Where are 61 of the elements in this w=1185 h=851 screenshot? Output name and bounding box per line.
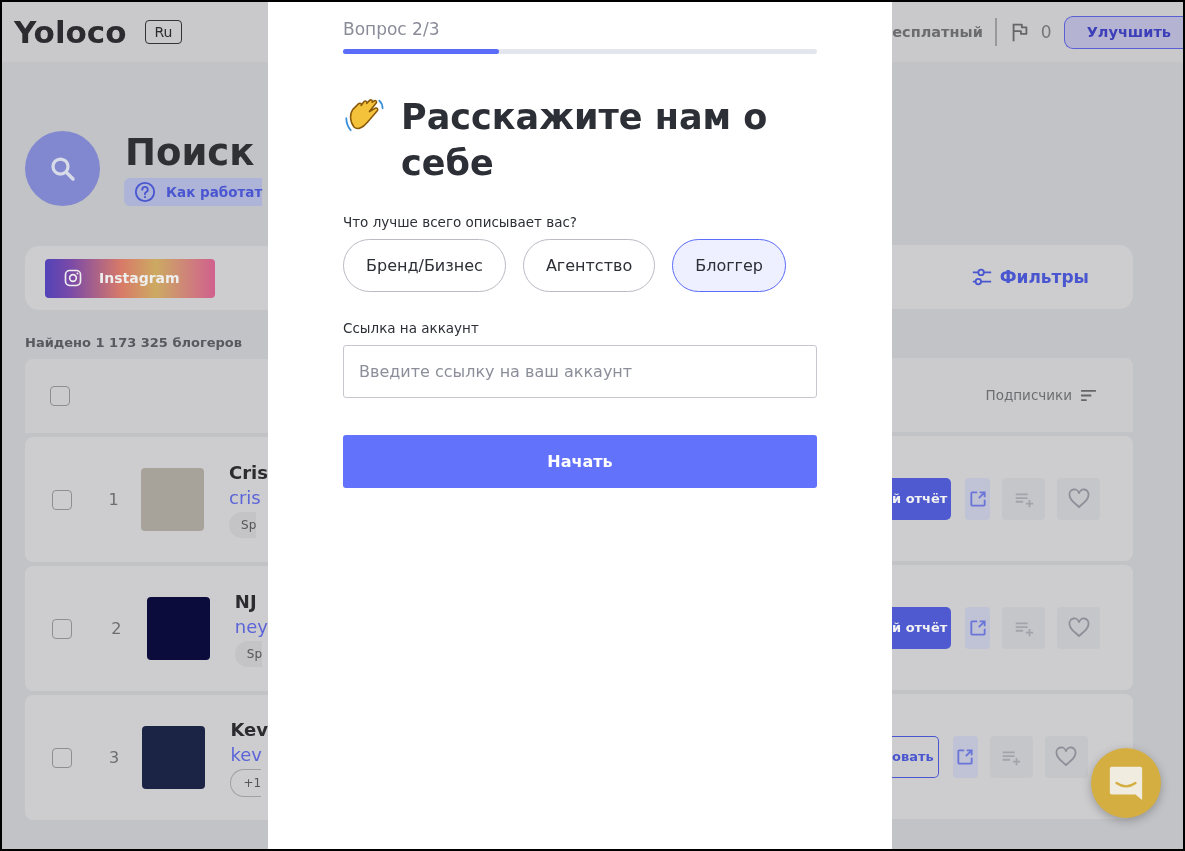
- add-to-list-button[interactable]: [1002, 606, 1046, 649]
- sort-icon: [1080, 388, 1097, 402]
- checkbox[interactable]: [52, 747, 72, 768]
- external-link-icon: [955, 746, 976, 767]
- language-button[interactable]: Ru: [144, 20, 183, 44]
- blogger-handle[interactable]: kev: [230, 743, 268, 765]
- progress-label: Вопрос 2/3: [343, 19, 441, 41]
- photo-placeholder: [146, 597, 210, 660]
- row-number: 2: [110, 619, 123, 638]
- blogger-handle[interactable]: ney: [234, 615, 268, 637]
- results-count: Найдено 1 173 325 блогеров: [25, 335, 243, 352]
- category-tag: Sp: [234, 640, 263, 667]
- blogger-name[interactable]: Cris: [229, 461, 268, 483]
- checkbox[interactable]: [50, 386, 70, 406]
- page-title: Поиск: [125, 131, 256, 174]
- option-button[interactable]: Агентство: [522, 239, 656, 292]
- question-label: Что лучше всего описывает вас?: [343, 214, 578, 230]
- instagram-icon: [63, 268, 83, 288]
- checkbox[interactable]: [52, 618, 72, 639]
- modal-title: Расскажите нам о себе: [401, 96, 769, 185]
- blogger-name[interactable]: NJ: [234, 590, 268, 612]
- report-button[interactable]: й отчёт: [892, 606, 952, 649]
- sort-button[interactable]: Подписчики: [985, 387, 1097, 403]
- category-tag: Sp: [229, 511, 257, 538]
- option-button[interactable]: Бренд/Бизнес: [343, 239, 506, 292]
- checkbox[interactable]: [52, 489, 72, 510]
- report-button[interactable]: овать: [892, 735, 939, 778]
- external-link-icon: [967, 488, 988, 509]
- flag-count: 0: [1040, 22, 1052, 42]
- logo-text[interactable]: Yoloco: [14, 14, 127, 50]
- add-to-list-button[interactable]: [1002, 477, 1046, 520]
- field-label: Ссылка на аккаунт: [343, 320, 480, 336]
- blogger-name[interactable]: Kev: [230, 718, 268, 740]
- filters-button[interactable]: Фильтры: [970, 266, 1089, 288]
- favorite-button[interactable]: [1057, 606, 1101, 649]
- help-link[interactable]: Как работат: [124, 177, 263, 206]
- help-icon: [134, 180, 156, 203]
- external-link-icon: [967, 617, 988, 638]
- start-button[interactable]: Начать: [343, 435, 817, 488]
- chat-button[interactable]: [1091, 748, 1161, 818]
- row-number: 1: [108, 490, 119, 509]
- open-link-button[interactable]: [952, 735, 978, 778]
- photo-placeholder: [141, 468, 204, 531]
- chat-bubble-icon: [1107, 764, 1145, 802]
- favorite-button[interactable]: [1057, 477, 1101, 520]
- heart-icon: [1066, 615, 1091, 640]
- report-button[interactable]: й отчёт: [892, 477, 952, 520]
- account-link-field[interactable]: Введите ссылку на ваш аккаунт: [343, 345, 817, 398]
- sliders-icon: [970, 266, 993, 288]
- open-link-button[interactable]: [965, 477, 991, 520]
- upgrade-button[interactable]: Улучшить: [1063, 15, 1183, 49]
- favorite-button[interactable]: [1044, 735, 1088, 778]
- row-number: 3: [108, 748, 121, 767]
- add-to-list-button[interactable]: [989, 735, 1033, 778]
- blogger-handle[interactable]: cris: [229, 486, 268, 508]
- open-link-button[interactable]: [965, 606, 991, 649]
- photo-placeholder: [142, 726, 206, 789]
- plan-label: есплатный: [892, 24, 983, 40]
- heart-icon: [1054, 744, 1079, 769]
- heart-icon: [1066, 486, 1091, 511]
- option-button[interactable]: Блоггер: [672, 239, 786, 292]
